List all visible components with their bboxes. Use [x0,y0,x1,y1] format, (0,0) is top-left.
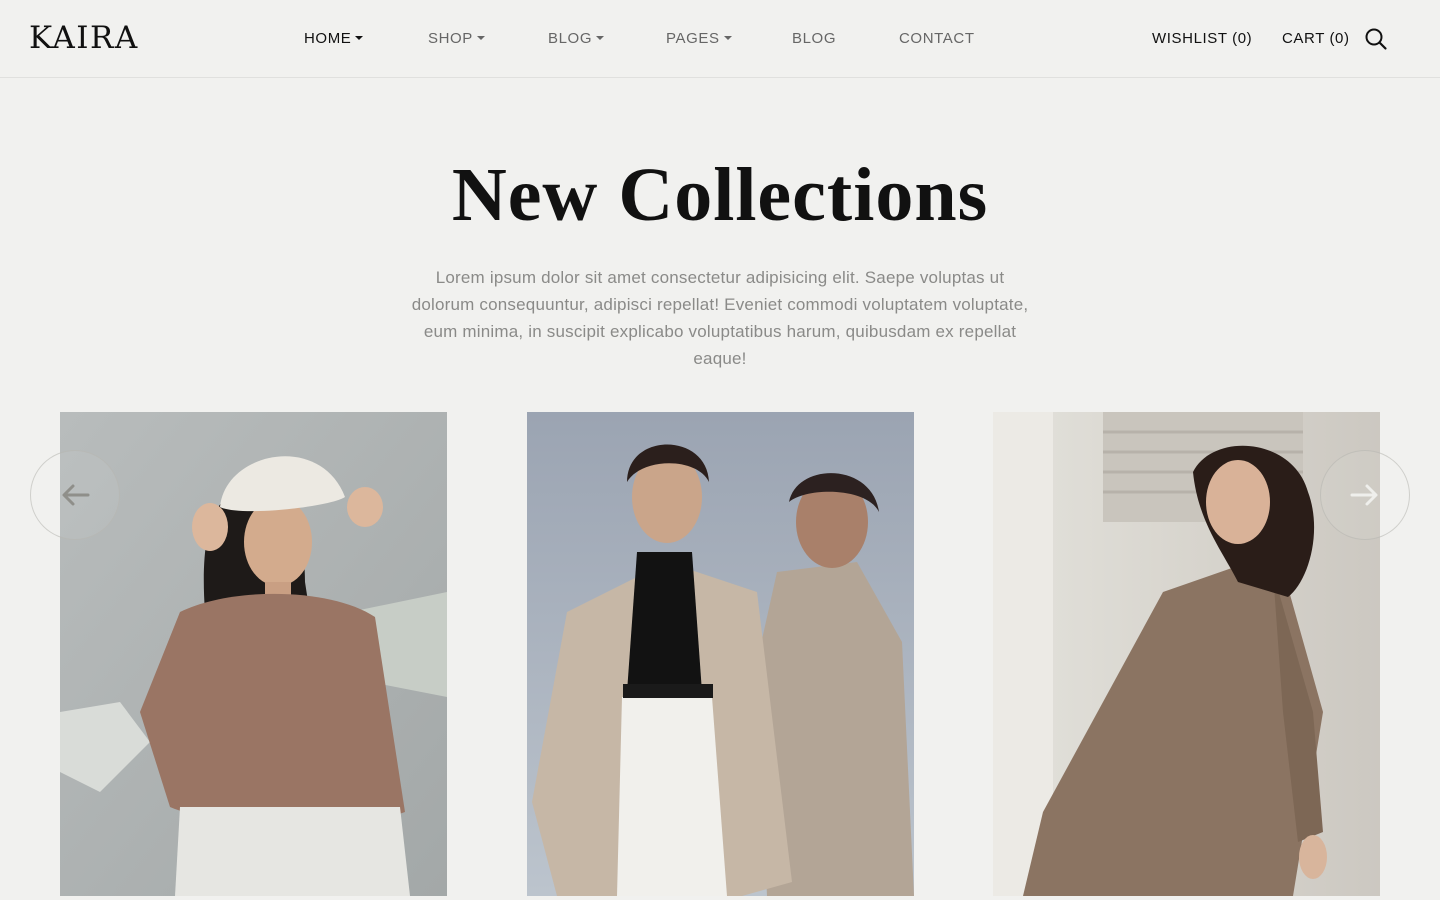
carousel-next-button[interactable] [1320,450,1410,540]
caret-down-icon [476,36,485,40]
arrow-right-icon [1350,484,1378,506]
search-icon [1365,28,1387,50]
caret-down-icon [596,36,605,40]
nav-item-label: HOME [304,30,352,47]
nav-item-contact[interactable]: CONTACT [899,28,975,50]
nav-item-shop[interactable]: SHOP [428,28,485,50]
nav-item-blog-dropdown[interactable]: BLOG [548,28,605,50]
nav-item-pages[interactable]: PAGES [666,28,732,50]
wishlist-link[interactable]: WISHLIST (0) [1152,28,1252,50]
nav-item-label: SHOP [428,30,473,47]
caret-down-icon [355,36,364,40]
nav-item-label: CONTACT [899,30,975,47]
nav-item-blog[interactable]: BLOG [792,28,836,50]
collection-card-2[interactable] [527,412,914,896]
site-header: KAIRA HOME SHOP BLOG PAGES BLOG CONTACT … [0,0,1440,78]
arrow-left-icon [62,484,90,506]
nav-item-label: PAGES [666,30,720,47]
section-description: Lorem ipsum dolor sit amet consectetur a… [411,268,1029,368]
nav-item-home[interactable]: HOME [304,28,364,50]
caret-down-icon [723,36,732,40]
carousel-prev-button[interactable] [30,450,120,540]
nav-item-label: BLOG [792,30,837,47]
product-image [527,412,914,896]
nav-item-label: BLOG [548,30,593,47]
cart-link[interactable]: CART (0) [1282,28,1350,50]
search-button[interactable] [1364,27,1388,51]
section-title: New Collections [451,153,989,237]
